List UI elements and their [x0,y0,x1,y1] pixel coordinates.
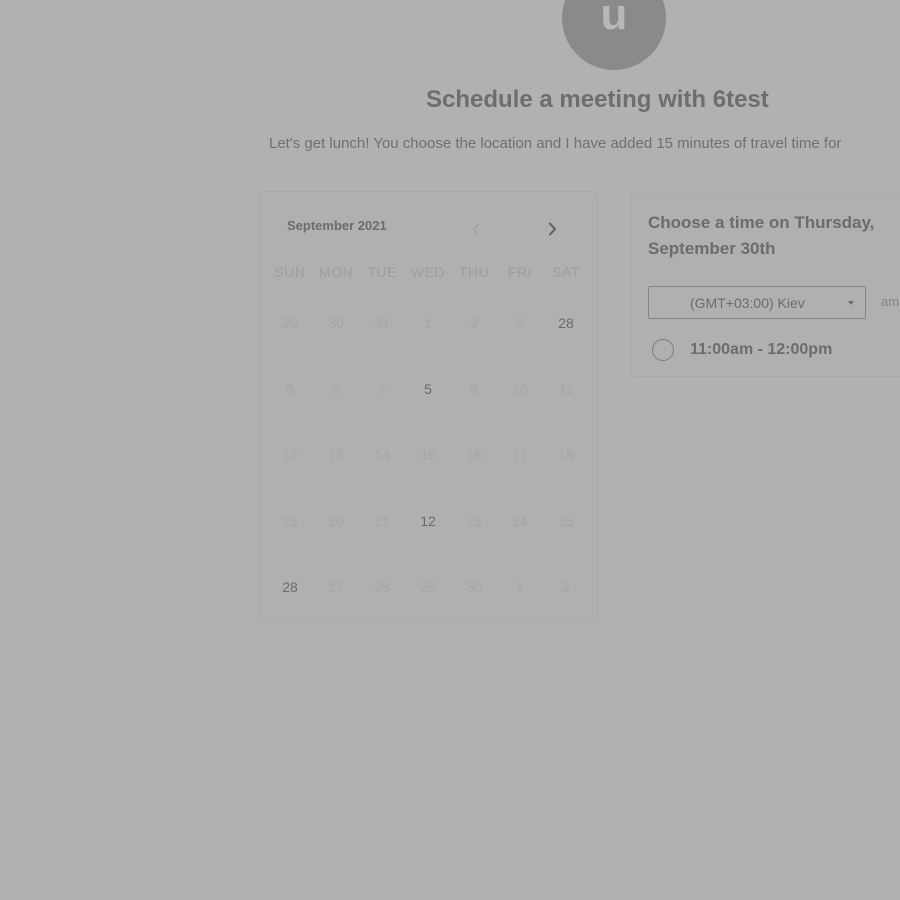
time-slot[interactable]: 11:00am - 12:00pm [652,339,832,361]
day-grid: 29 30 31 1 2 3 28 5 6 7 5 9 10 11 12 13 14 15 16 17 18 19 20 21… [267,302,593,632]
unavailable-day: 3 [516,315,524,331]
weekday-label: SAT [552,264,580,280]
time-heading: Choose a time on Thursday, September 30t… [648,213,875,258]
unavailable-day: 23 [466,513,482,529]
weekday-label: SUN [274,264,306,280]
unavailable-day: 30 [466,579,482,595]
time-format-toggle[interactable]: am [881,294,899,309]
unavailable-day: 25 [558,513,574,529]
available-day[interactable]: 28 [267,566,313,632]
chevron-right-icon [548,222,556,236]
unavailable-day: 5 [286,381,294,397]
unavailable-day: 16 [466,447,482,463]
calendar: September 2021 SUN MON TUE WED THU FRI SAT 29 3… [260,191,598,623]
unavailable-day: 27 [328,579,344,595]
slot-radio[interactable] [652,339,674,361]
available-day[interactable]: 5 [405,368,451,434]
unavailable-day: 14 [374,447,390,463]
next-month-button[interactable] [542,219,562,239]
unavailable-day: 9 [470,381,478,397]
unavailable-day: 28 [374,579,390,595]
unavailable-day: 17 [512,447,528,463]
unavailable-day: 31 [374,315,390,331]
weekday-label: FRI [507,264,533,280]
unavailable-day: 11 [558,381,574,397]
unavailable-day: 12 [282,447,298,463]
weekday-label: THU [458,264,490,280]
unavailable-day: 29 [420,579,436,595]
weekday-label: WED [410,264,446,280]
unavailable-day: 10 [512,381,528,397]
unavailable-day: 30 [328,315,344,331]
page-title: Schedule a meeting with 6test [426,86,769,113]
event-description: Let's get lunch! You choose the location… [269,135,842,152]
month-label: September 2021 [287,218,387,233]
unavailable-day: 7 [378,381,386,397]
unavailable-day: 20 [328,513,344,529]
prev-month-button[interactable] [466,219,486,239]
unavailable-day: 29 [282,315,298,331]
time-picker: Choose a time on Thursday, September 30t… [631,193,900,377]
timezone-select[interactable]: (GMT+03:00) Kiev [648,286,866,319]
unavailable-day: 6 [332,381,340,397]
timezone-value: (GMT+03:00) Kiev [690,294,805,311]
unavailable-day: 1 [516,579,524,595]
weekday-label: MON [318,264,354,280]
unavailable-day: 18 [558,447,574,463]
unavailable-day: 21 [374,513,390,529]
weekday-label: TUE [367,264,397,280]
available-day[interactable]: 12 [405,500,451,566]
unavailable-day: 2 [470,315,478,331]
unavailable-day: 19 [282,513,298,529]
slot-label: 11:00am - 12:00pm [690,341,833,358]
host-avatar: u [562,0,666,70]
available-day[interactable]: 28 [543,302,589,368]
caret-down-icon [848,301,854,305]
unavailable-day: 2 [562,579,570,595]
chevron-left-icon [472,222,480,236]
weekday-header: SUN MON TUE WED THU FRI SAT [267,264,593,280]
booking-page: u Schedule a meeting with 6test Let's ge… [0,0,900,900]
avatar-letter: u [600,0,628,39]
unavailable-day: 1 [424,315,432,331]
unavailable-day: 24 [512,513,528,529]
unavailable-day: 15 [420,447,436,463]
unavailable-day: 13 [328,447,344,463]
